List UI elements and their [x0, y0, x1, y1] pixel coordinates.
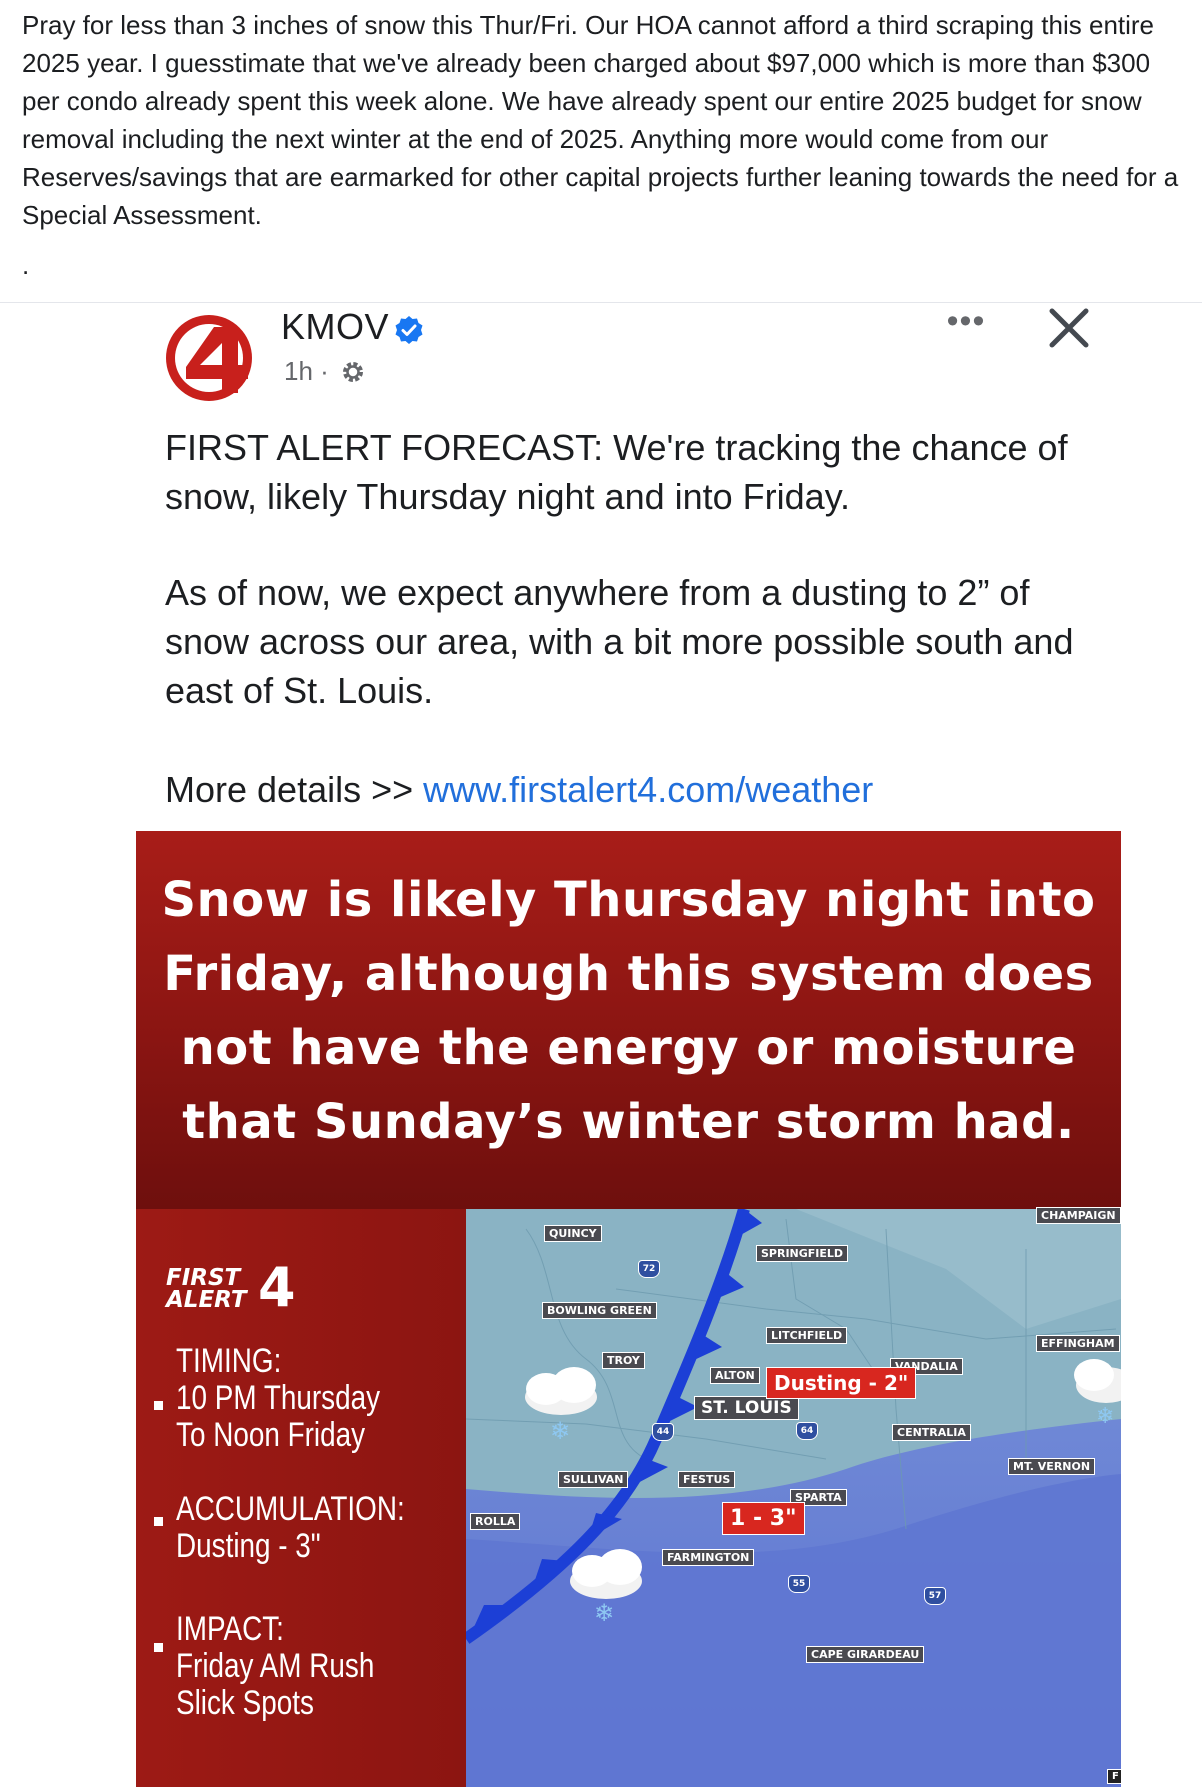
more-details-line: More details >> www.firstalert4.com/weat…	[165, 765, 1085, 814]
impact-block: IMPACT: Friday AM Rush Slick Spots	[176, 1611, 374, 1722]
post-meta: 1h ·	[284, 356, 366, 387]
forecast-info-panel: FIRST ALERT 4 TIMING: 10 PM Thursday To N…	[136, 1209, 466, 1787]
svg-text:❄: ❄	[594, 1599, 614, 1627]
timing-line2: To Noon Friday	[176, 1416, 366, 1454]
post-trailing-dot: .	[22, 250, 30, 280]
post-time[interactable]: 1h	[284, 356, 313, 386]
weather-link[interactable]: www.firstalert4.com/weather	[423, 769, 873, 810]
city-springfield: SPRINGFIELD	[756, 1245, 849, 1262]
corner-mark: F	[1107, 1769, 1121, 1784]
city-cape-girardeau: CAPE GIRARDEAU	[806, 1646, 925, 1663]
kmov-logo	[166, 315, 252, 401]
city-festus: FESTUS	[678, 1471, 736, 1488]
shared-post-screenshot: KMOV 1h · ••• FIRST ALERT FORECAST: We'r…	[136, 303, 1121, 1787]
highway-shield-64: 64	[796, 1422, 818, 1440]
timing-line1: 10 PM Thursday	[176, 1379, 381, 1417]
accumulation-block: ACCUMULATION: Dusting - 3"	[176, 1491, 405, 1565]
forecast-graphic[interactable]: Snow is likely Thursday night into Frida…	[136, 831, 1121, 1787]
city-litchfield: LITCHFIELD	[766, 1327, 848, 1344]
amount-dusting-2: Dusting - 2"	[766, 1367, 917, 1399]
svg-text:❄: ❄	[550, 1417, 570, 1445]
first-alert-logo-text: FIRST ALERT	[166, 1265, 247, 1313]
impact-bullet	[154, 1643, 163, 1652]
accumulation-label: ACCUMULATION:	[176, 1490, 405, 1528]
forecast-map: ❄ ❄ ❄ QUINCY SPRINGFIELD CHAMPAIGN BOWLI…	[466, 1207, 1121, 1787]
city-alton: ALTON	[710, 1367, 760, 1384]
city-mt-vernon: MT. VERNON	[1008, 1458, 1096, 1475]
amount-1-3: 1 - 3"	[722, 1502, 805, 1535]
city-farmington: FARMINGTON	[662, 1549, 755, 1566]
verified-badge-icon	[395, 316, 423, 344]
close-icon[interactable]	[1044, 303, 1094, 353]
more-details-label: More details >>	[165, 769, 424, 810]
page-name[interactable]: KMOV	[281, 306, 389, 348]
accumulation-line1: Dusting - 3"	[176, 1527, 321, 1565]
svg-text:❄: ❄	[1096, 1404, 1114, 1429]
city-sullivan: SULLIVAN	[558, 1471, 629, 1488]
meta-separator: ·	[320, 356, 329, 386]
first-alert-logo-num: 4	[258, 1256, 296, 1319]
city-rolla: ROLLA	[470, 1513, 521, 1530]
highway-shield-44: 44	[652, 1423, 674, 1441]
post-message-2: As of now, we expect anywhere from a dus…	[165, 572, 1074, 711]
city-champaign: CHAMPAIGN	[1036, 1207, 1121, 1224]
impact-label: IMPACT:	[176, 1610, 284, 1648]
city-bowling-green: BOWLING GREEN	[542, 1302, 657, 1319]
highway-shield-72: 72	[638, 1260, 660, 1278]
impact-line1: Friday AM Rush	[176, 1647, 375, 1685]
city-centralia: CENTRALIA	[892, 1424, 971, 1441]
timing-block: TIMING: 10 PM Thursday To Noon Friday	[176, 1343, 380, 1454]
city-st-louis: ST. LOUIS	[694, 1396, 799, 1420]
gear-icon	[343, 362, 364, 382]
timing-bullet	[154, 1401, 163, 1410]
timing-label: TIMING:	[176, 1342, 282, 1380]
post-text: Pray for less than 3 inches of snow this…	[22, 10, 1179, 230]
post-message-1: FIRST ALERT FORECAST: We're tracking the…	[165, 427, 1068, 517]
highway-shield-57: 57	[924, 1587, 946, 1605]
more-options-button[interactable]: •••	[941, 304, 991, 341]
city-troy: TROY	[602, 1352, 645, 1369]
accumulation-bullet	[154, 1517, 163, 1526]
headline-banner: Snow is likely Thursday night into Frida…	[136, 831, 1121, 1209]
city-quincy: QUINCY	[544, 1225, 602, 1242]
highway-shield-55: 55	[788, 1575, 810, 1593]
first-alert-logo: FIRST ALERT 4	[166, 1261, 306, 1315]
city-effingham: EFFINGHAM	[1036, 1335, 1120, 1352]
graphic-headline: Snow is likely Thursday night into Frida…	[161, 872, 1096, 1150]
impact-line2: Slick Spots	[176, 1684, 314, 1722]
